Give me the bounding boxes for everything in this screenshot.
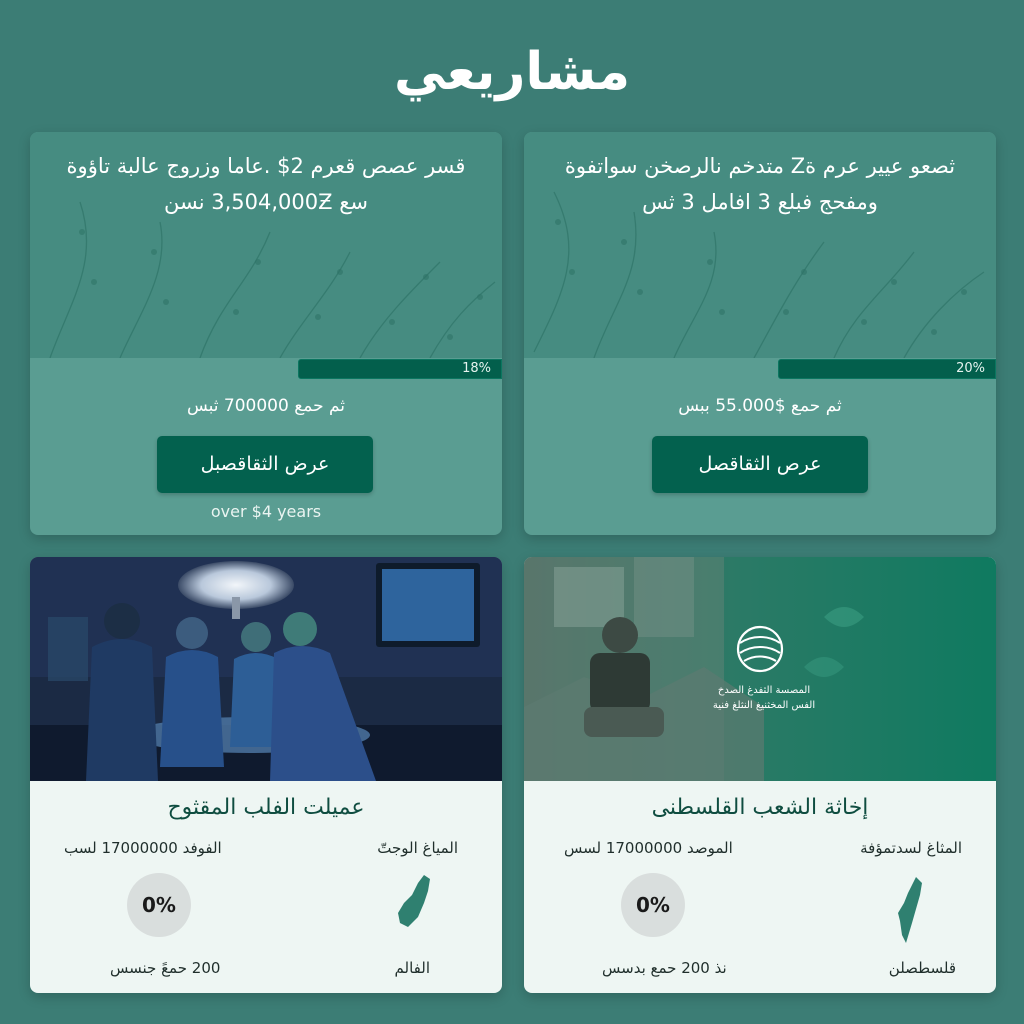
amount-collected: ثم حمع 700000 ثبس: [186, 396, 346, 416]
progress-bar: 18%: [298, 359, 502, 379]
project-heading: قسر عصص قعرم 2$ .عاما وزروج عالبة تاؤوة …: [66, 154, 466, 214]
rubble-photo: المصسة الثفدغ الصدخ الفس المخثنيغ النثلغ…: [524, 557, 996, 781]
label-top-right: المياغ الوجتّ: [377, 839, 458, 857]
project-title: إخاثة الشعب القلسطنى: [651, 795, 869, 820]
project-heading: ثصعو عيير عرم ةZ متدخم نالرصخن سواتفوة و…: [564, 154, 956, 214]
palestine-map-icon: [898, 877, 922, 943]
emblem-caption: المصسة الثفدغ الصدخ الفس المخثنيغ النثلغ…: [712, 685, 816, 711]
progress-bar: 20%: [778, 359, 996, 379]
surgery-photo: [30, 557, 502, 781]
project-card: ثصعو عيير عرم ةZ متدخم نالرصخن سواتفوة و…: [524, 132, 996, 535]
label-bottom-right: قلسطصلن: [888, 959, 956, 977]
label-top-left: الموصد 17000000 لسس: [564, 839, 733, 857]
label-top-right: المثاغ لسدتمؤفة: [860, 839, 962, 857]
label-bottom-right: الفالم: [394, 959, 430, 977]
project-card: قسر عصص قعرم 2$ .عاما وزروج عالبة تاؤوة …: [30, 132, 502, 535]
project-title: عميلت الفلب المقثوح: [167, 795, 365, 820]
project-card: عميلت الفلب المقثوح المياغ الوجتّ الفوفد…: [30, 557, 502, 993]
project-card: المصسة الثفدغ الصدخ الفس المخثنيغ النثلغ…: [524, 557, 996, 993]
view-details-button[interactable]: عرض الثقاقصبل: [157, 436, 373, 493]
label-top-left: الفوفد 17000000 لسب: [64, 839, 222, 857]
percent-circle: 0%: [621, 873, 685, 937]
progress-label: 20%: [956, 361, 985, 376]
view-details-button[interactable]: عرص الثقاقصل: [652, 436, 868, 493]
footnote: over $4 years: [210, 502, 322, 521]
map-shape-icon: [398, 875, 430, 927]
progress-label: 18%: [462, 361, 491, 376]
page-title: مشاريعي: [393, 42, 631, 102]
amount-collected: ثم حمع $55.000 ببس: [678, 396, 842, 416]
percent-circle: 0%: [127, 873, 191, 937]
label-bottom-left: 200 حمعً جنسس: [110, 959, 221, 977]
label-bottom-left: نذ 200 حمع بدسس: [602, 959, 727, 977]
